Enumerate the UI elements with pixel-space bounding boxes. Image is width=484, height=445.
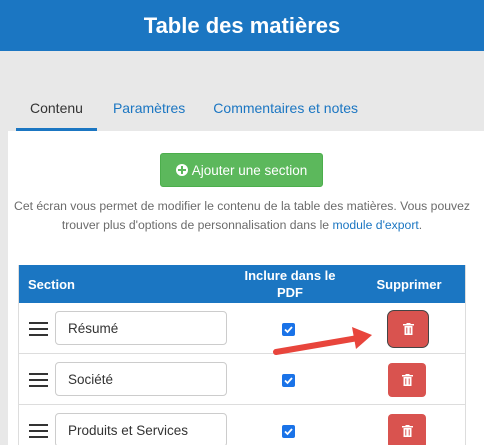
- section-name-input[interactable]: [55, 413, 227, 445]
- plus-circle-icon: [175, 164, 188, 176]
- export-module-link[interactable]: module d'export: [332, 218, 418, 232]
- annotation-arrow-icon: [273, 327, 372, 355]
- tab-settings[interactable]: Paramètres: [97, 88, 199, 131]
- add-section-label: Ajouter une section: [191, 162, 308, 178]
- delete-button[interactable]: [388, 414, 426, 445]
- include-pdf-checkbox[interactable]: [282, 425, 295, 438]
- section-name-input[interactable]: [55, 362, 227, 396]
- tab-bar: Contenu Paramètres Commentaires et notes: [16, 88, 484, 131]
- page-title: Table des matières: [143, 12, 341, 38]
- table-header: Section Inclure dans le PDF Supprimer: [19, 265, 465, 303]
- header-delete: Supprimer: [376, 277, 442, 292]
- table-row: [19, 405, 465, 445]
- section-name-input[interactable]: [55, 311, 227, 345]
- description-suffix: .: [418, 218, 423, 232]
- header-include-pdf: Inclure dans le PDF: [244, 268, 336, 300]
- trash-icon: [402, 323, 414, 335]
- table-row: [19, 303, 465, 354]
- description-text: Cet écran vous permet de modifier le con…: [12, 197, 472, 235]
- trash-icon: [401, 425, 413, 437]
- delete-button[interactable]: [390, 313, 426, 345]
- tab-content[interactable]: Contenu: [16, 88, 97, 131]
- tab-comments-notes[interactable]: Commentaires et notes: [199, 88, 372, 131]
- drag-handle-icon[interactable]: [29, 373, 48, 387]
- drag-handle-icon[interactable]: [29, 322, 48, 336]
- header-section: Section: [28, 277, 75, 292]
- page-header: Table des matières: [0, 0, 484, 51]
- delete-button[interactable]: [388, 363, 426, 397]
- include-pdf-checkbox[interactable]: [282, 374, 295, 387]
- trash-icon: [401, 374, 413, 386]
- add-section-button[interactable]: Ajouter une section: [160, 153, 323, 187]
- sections-table: Section Inclure dans le PDF Supprimer: [18, 265, 466, 445]
- table-row: [19, 354, 465, 405]
- drag-handle-icon[interactable]: [29, 424, 48, 438]
